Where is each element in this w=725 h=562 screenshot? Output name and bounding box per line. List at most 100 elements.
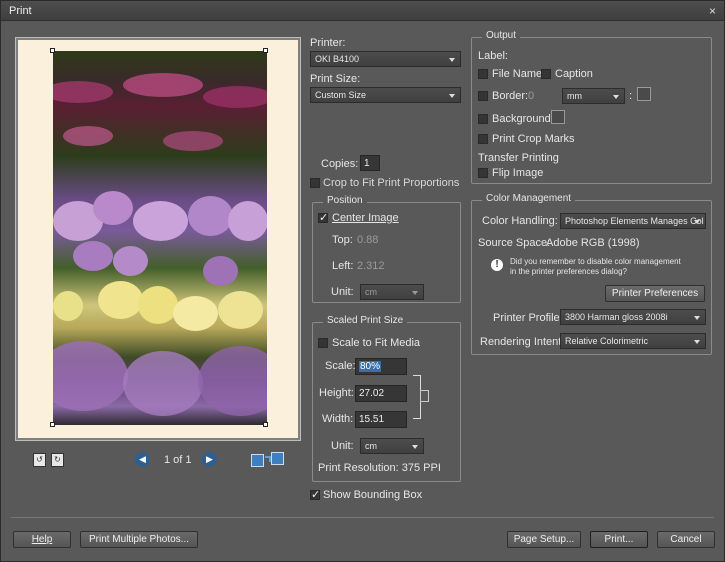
height-label: Height: [319, 387, 354, 399]
print-preview [15, 37, 301, 441]
rendering-intent-label: Rendering Intent: [480, 336, 565, 348]
scaled-unit-label: Unit: [331, 440, 354, 452]
scaled-unit-value: cm [365, 441, 377, 451]
background-color-swatch[interactable] [551, 110, 565, 124]
printer-value: OKI B4100 [315, 54, 360, 64]
chevron-down-icon [694, 340, 700, 344]
chevron-down-icon [412, 445, 418, 449]
help-button[interactable]: Help [13, 531, 71, 548]
rendering-intent-value: Relative Colorimetric [565, 336, 649, 346]
print-resolution: Print Resolution: 375 PPI [318, 462, 441, 474]
print-button[interactable]: Print... [590, 531, 648, 548]
chevron-down-icon [449, 94, 455, 98]
print-crop-marks-checkbox[interactable] [478, 134, 488, 144]
print-size-select[interactable]: Custom Size [310, 87, 461, 103]
center-image-checkbox[interactable] [318, 211, 328, 224]
left-label: Left: [332, 260, 354, 272]
scale-input[interactable]: 80% [355, 358, 407, 375]
top-value: 0.88 [357, 234, 379, 246]
chevron-down-icon [412, 291, 418, 295]
copies-label: Copies: [321, 158, 359, 170]
border-unit-value: mm [567, 91, 582, 101]
printer-profile-label: Printer Profile: [493, 312, 563, 324]
output-title: Output [482, 30, 521, 41]
flip-image-checkbox[interactable] [478, 168, 488, 178]
print-crop-marks-label: Print Crop Marks [492, 133, 575, 145]
page-setup-button[interactable]: Page Setup... [507, 531, 581, 548]
top-label: Top: [332, 234, 353, 246]
previous-page-icon[interactable]: ◀ [135, 452, 150, 467]
color-management-title: Color Management [482, 193, 576, 204]
chevron-down-icon [449, 58, 455, 62]
print-dialog: Print × ↺ ↻ ◀ 1 of 1 ▶ Printer: OKI B410… [0, 0, 725, 562]
scaled-unit-select[interactable]: cm [360, 438, 424, 454]
printer-preferences-button[interactable]: Printer Preferences [605, 285, 705, 302]
print-size-value: Custom Size [315, 90, 367, 100]
cancel-button[interactable]: Cancel [657, 531, 715, 548]
border-checkbox[interactable] [478, 91, 488, 101]
copies-input[interactable]: 1 [360, 155, 380, 171]
printer-select[interactable]: OKI B4100 [310, 51, 461, 67]
flip-image-label: Flip Image [492, 167, 544, 179]
chevron-down-icon [613, 95, 619, 99]
position-unit-value: cm [365, 287, 377, 297]
scale-value: 80% [359, 361, 382, 372]
warning-icon: ! [491, 259, 503, 271]
caption-checkbox[interactable] [541, 69, 551, 79]
background-checkbox[interactable] [478, 114, 488, 124]
scaled-title: Scaled Print Size [323, 315, 408, 326]
rendering-intent-select[interactable]: Relative Colorimetric [560, 333, 706, 349]
show-bounding-box-label: Show Bounding Box [323, 489, 423, 501]
border-colon: : [629, 90, 633, 102]
position-unit-select[interactable]: cm [360, 284, 424, 300]
window-title: Print [9, 5, 32, 17]
show-bounding-box-checkbox[interactable] [310, 488, 320, 501]
crop-fit-checkbox[interactable] [310, 178, 320, 188]
next-page-icon[interactable]: ▶ [202, 452, 217, 467]
border-value: 0 [528, 90, 535, 102]
title-bar: Print × [1, 1, 724, 21]
color-handling-select[interactable]: Photoshop Elements Manages Col [560, 213, 706, 229]
caption-label: Caption [555, 68, 593, 80]
center-image-label: Center Image [332, 212, 399, 224]
file-name-label: File Name [492, 68, 543, 80]
printer-profile-value: 3800 Harman gloss 2008i [565, 312, 668, 322]
scale-to-fit-label: Scale to Fit Media [332, 337, 421, 349]
scale-to-fit-checkbox[interactable] [318, 338, 328, 348]
chevron-down-icon [694, 316, 700, 320]
position-title: Position [323, 195, 367, 206]
border-color-swatch[interactable] [637, 87, 651, 101]
transfer-printing-heading: Transfer Printing [478, 152, 559, 164]
print-multiple-photos-button[interactable]: Print Multiple Photos... [80, 531, 198, 548]
background-label: Background: [492, 113, 554, 125]
rotate-right-icon[interactable]: ↻ [51, 453, 64, 467]
page-indicator: 1 of 1 [164, 454, 192, 466]
photo-preview[interactable] [53, 51, 267, 425]
multi-page-icon[interactable] [251, 452, 285, 468]
print-size-label: Print Size: [310, 73, 361, 85]
printer-label: Printer: [310, 37, 346, 49]
rotate-left-icon[interactable]: ↺ [33, 453, 46, 467]
printer-profile-select[interactable]: 3800 Harman gloss 2008i [560, 309, 706, 325]
border-label: Border: [492, 90, 529, 102]
left-value: 2.312 [357, 260, 385, 272]
close-icon[interactable]: × [709, 4, 716, 18]
color-handling-value: Photoshop Elements Manages Col [565, 216, 704, 226]
height-input[interactable]: 27.02 [355, 385, 407, 402]
border-unit-select[interactable]: mm [562, 88, 625, 104]
label-heading: Label: [478, 50, 508, 62]
source-space-value: Adobe RGB (1998) [546, 237, 640, 249]
link-icon[interactable] [420, 390, 429, 402]
width-label: Width: [322, 413, 354, 425]
crop-fit-label: Crop to Fit Print Proportions [323, 177, 460, 189]
file-name-checkbox[interactable] [478, 69, 488, 79]
chevron-down-icon [694, 220, 700, 224]
position-unit-label: Unit: [331, 286, 354, 298]
reminder-line2: in the printer preferences dialog? [510, 267, 627, 276]
color-handling-label: Color Handling: [482, 215, 558, 227]
paper-preview [18, 40, 298, 438]
footer-divider [11, 517, 714, 518]
width-input[interactable]: 15.51 [355, 411, 407, 428]
source-space-label: Source Space: [478, 237, 551, 249]
reminder-line1: Did you remember to disable color manage… [510, 257, 681, 266]
